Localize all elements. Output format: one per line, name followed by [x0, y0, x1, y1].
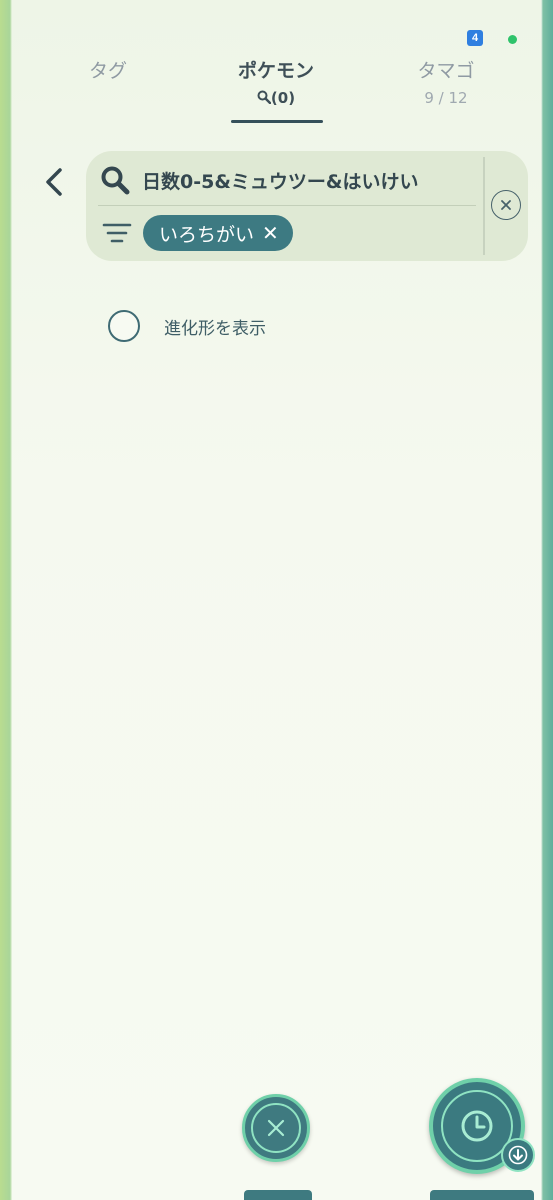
tab-pokemon[interactable]: ポケモン (0): [206, 56, 346, 107]
search-divider: [98, 205, 476, 206]
clear-icon: [501, 200, 511, 210]
active-tab-indicator: [231, 120, 323, 123]
tab-tags[interactable]: タグ: [60, 56, 156, 83]
bottom-decoration-left: [244, 1190, 312, 1200]
close-icon: [267, 1119, 285, 1137]
close-button[interactable]: [242, 1094, 310, 1162]
download-icon: [508, 1145, 528, 1165]
tab-pokemon-label: ポケモン: [237, 60, 314, 82]
download-badge[interactable]: [501, 1138, 535, 1172]
search-vertical-divider: [483, 157, 485, 255]
filter-chip-shiny[interactable]: いろちがい ✕: [143, 215, 293, 251]
search-panel: 日数0-5&ミュウツー&はいけい いろちがい ✕: [86, 151, 528, 261]
status-indicator-dot: [508, 35, 517, 44]
bottom-decoration-right: [430, 1190, 534, 1200]
clear-search-button[interactable]: [491, 190, 521, 220]
search-input[interactable]: 日数0-5&ミュウツー&はいけい: [142, 167, 472, 194]
show-evolutions-label: 進化形を表示: [164, 318, 266, 339]
filter-chip-label: いろちがい: [159, 223, 255, 246]
tab-eggs-count: 9 / 12: [424, 89, 468, 107]
search-icon: [101, 166, 130, 195]
close-button-ring: [251, 1103, 301, 1153]
tab-eggs[interactable]: タマゴ 9 / 12: [398, 56, 494, 107]
small-search-icon: [257, 90, 272, 105]
tab-eggs-label: タマゴ: [417, 60, 475, 82]
chip-remove-icon[interactable]: ✕: [262, 221, 279, 245]
back-button[interactable]: [36, 164, 72, 200]
tab-tags-label: タグ: [88, 60, 127, 82]
filter-icon[interactable]: [102, 221, 132, 245]
tab-pokemon-count: (0): [270, 89, 296, 107]
clock-icon: [461, 1110, 493, 1142]
notification-badge: 4: [467, 30, 483, 46]
tab-pokemon-result: (0): [206, 89, 346, 107]
show-evolutions-toggle[interactable]: 進化形を表示: [108, 310, 266, 342]
chevron-left-icon: [46, 168, 62, 196]
show-evolutions-radio[interactable]: [108, 310, 140, 342]
